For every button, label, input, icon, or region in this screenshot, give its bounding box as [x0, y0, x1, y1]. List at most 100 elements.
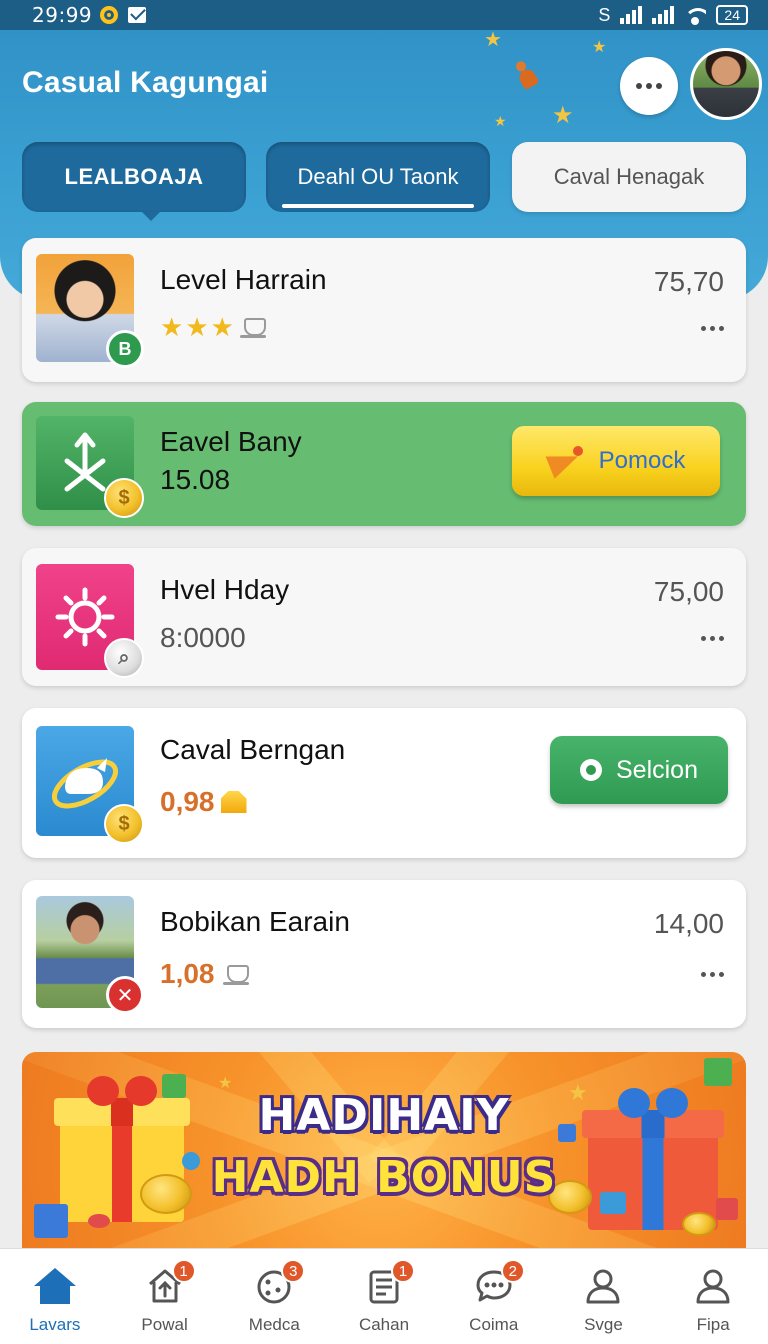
star-decoration-icon: ★ — [494, 113, 507, 129]
game-piece-icon — [510, 57, 542, 93]
banner-headline: HADIHAIY — [258, 1090, 510, 1141]
item-more-button[interactable] — [701, 636, 724, 641]
item-title: Level Harrain — [160, 264, 327, 295]
tab-caval[interactable]: Caval Henagak — [512, 142, 746, 212]
item-amount: 75,70 — [653, 266, 724, 297]
nav-item-coima[interactable]: 2 Coima — [439, 1249, 549, 1344]
battery-icon: 24 — [716, 5, 748, 25]
star-icon: ★ — [185, 312, 209, 342]
nav-item-lavars[interactable]: Lavars — [0, 1249, 110, 1344]
select-button[interactable]: Selcion — [550, 736, 728, 804]
item-value-row: 1,08 — [160, 958, 249, 990]
tab-label: Caval Henagak — [553, 164, 705, 189]
tab-label: LEALBOAJA — [64, 164, 204, 189]
cup-icon — [239, 316, 266, 338]
player-thumbnail: ✕ — [36, 896, 144, 1014]
star-decoration-icon: ★ — [484, 29, 502, 51]
status-icons: S 24 — [598, 4, 748, 26]
battery-level: 24 — [724, 7, 740, 23]
list-item[interactable]: B Level Harrain ★ ★ ★ 75,70 — [22, 238, 746, 382]
crown-icon — [220, 791, 247, 813]
tab-label: Deahl OU Taonk — [297, 164, 459, 189]
coin-icon: $ — [104, 478, 144, 518]
player-thumbnail: B — [36, 254, 144, 368]
magnifier-icon: ⌕ — [104, 638, 144, 678]
user-avatar[interactable] — [690, 48, 762, 120]
nav-label: Coima — [469, 1315, 519, 1334]
star-icon: ★ — [210, 312, 234, 342]
item-icon-tile: ⌕ — [36, 564, 144, 678]
button-label: Selcion — [616, 755, 698, 784]
item-value: 8:0000 — [160, 622, 246, 653]
notification-badge: 2 — [500, 1259, 525, 1283]
cube-decoration-icon — [704, 1058, 732, 1086]
tab-leaderboard[interactable]: LEALBOAJA — [22, 142, 246, 221]
radio-icon — [580, 759, 602, 781]
nav-item-medca[interactable]: 3 Medca — [219, 1249, 329, 1344]
signal-icon — [620, 6, 643, 24]
orbit-whale-icon — [51, 758, 119, 809]
item-value: 1,08 — [160, 958, 215, 989]
list-item[interactable]: $ Caval Berngan 0,98 Selcion — [22, 708, 746, 858]
nav-label: Svge — [584, 1315, 623, 1334]
nav-item-cahan[interactable]: 1 Cahan — [329, 1249, 439, 1344]
person-icon — [586, 1269, 620, 1304]
cube-decoration-icon — [34, 1204, 68, 1238]
item-icon-tile: $ — [36, 416, 144, 518]
star-icon: ★ — [160, 312, 184, 342]
profile-icon — [696, 1269, 730, 1304]
rating-stars: ★ ★ ★ — [160, 314, 266, 340]
app-title: Casual Kagungai — [22, 66, 269, 99]
nav-label: Powal — [141, 1315, 188, 1334]
signal-icon-2 — [652, 6, 675, 24]
nav-label: Fipa — [696, 1315, 730, 1334]
item-title: Eavel Bany — [160, 426, 302, 457]
bottom-navigation: Lavars 1 Powal 3 Medca 1 Cahan 2 Coima S… — [0, 1248, 768, 1344]
item-amount: 75,00 — [653, 576, 724, 607]
rank-badge: B — [106, 330, 144, 368]
pomock-button[interactable]: Pomock — [512, 426, 720, 496]
item-title: Hvel Hday — [160, 574, 290, 605]
button-label: Pomock — [598, 447, 686, 474]
party-horn-icon — [547, 446, 587, 476]
nav-label: Lavars — [29, 1315, 81, 1334]
list-item-highlighted[interactable]: $ Eavel Bany 15.08 Pomock — [22, 402, 746, 526]
item-value: 15.08 — [160, 464, 231, 495]
home-icon — [33, 1268, 76, 1304]
banner-subheadline: HADH BONUS — [211, 1152, 557, 1203]
item-more-button[interactable] — [701, 326, 724, 331]
item-amount: 14,00 — [653, 908, 724, 939]
tab-underline — [282, 204, 474, 208]
more-options-button[interactable] — [620, 57, 678, 115]
cup-icon — [222, 963, 249, 985]
badge-label: B — [118, 338, 132, 359]
bonus-banner[interactable]: ★ ★ HADIHAIY HADH BONUS — [22, 1052, 746, 1248]
nav-label: Cahan — [358, 1315, 410, 1334]
star-decoration-icon: ★ — [592, 39, 607, 56]
nav-item-fipa[interactable]: Fipa — [658, 1249, 768, 1344]
tab-deahl[interactable]: Deahl OU Taonk — [266, 142, 490, 212]
list-item[interactable]: ✕ Bobikan Earain 1,08 14,00 — [22, 880, 746, 1028]
item-icon-tile: $ — [36, 726, 144, 844]
nav-item-powal[interactable]: 1 Powal — [110, 1249, 220, 1344]
item-value: 0,98 — [160, 786, 215, 817]
sun-gear-icon — [55, 587, 115, 647]
status-bar: 29:99 S 24 — [0, 0, 768, 30]
item-value-row: 0,98 — [160, 786, 247, 818]
item-title: Bobikan Earain — [160, 906, 350, 937]
item-more-button[interactable] — [701, 972, 724, 977]
close-badge-icon: ✕ — [106, 976, 144, 1014]
status-time: 29:99 — [32, 3, 93, 27]
notification-badge: 1 — [391, 1259, 416, 1283]
notification-badge: 3 — [281, 1259, 306, 1283]
coin-icon: $ — [104, 804, 144, 844]
mail-icon — [128, 7, 147, 23]
notification-badge: 1 — [171, 1259, 196, 1283]
coin-icon — [682, 1212, 716, 1236]
nav-item-svge[interactable]: Svge — [549, 1249, 659, 1344]
sim-icon: S — [598, 4, 611, 25]
item-title: Caval Berngan — [160, 734, 346, 765]
cube-decoration-icon — [88, 1214, 110, 1228]
list-item[interactable]: ⌕ Hvel Hday 8:0000 75,00 — [22, 548, 746, 686]
nav-label: Medca — [248, 1315, 300, 1334]
